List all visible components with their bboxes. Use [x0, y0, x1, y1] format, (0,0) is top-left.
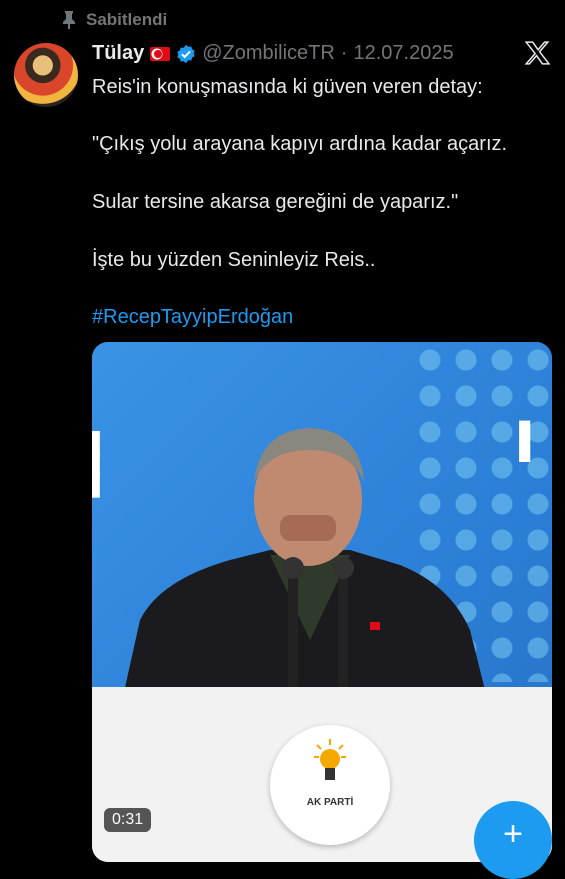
- tweet-line: Reis'in konuşmasında ki güven veren deta…: [92, 76, 483, 98]
- speaker-figure: [120, 428, 490, 710]
- emblem-text: AK PARTİ: [306, 797, 354, 808]
- backdrop-letters-left: ▌ ▌ ▌: [92, 431, 108, 496]
- separator: ·: [340, 42, 348, 64]
- author-name[interactable]: Tülay: [92, 42, 144, 65]
- bulb-icon: [314, 739, 346, 780]
- pinned-indicator: Sabitlendi: [62, 10, 167, 30]
- tweet-line: "Çıkış yolu arayana kapıyı ardına kadar …: [92, 133, 508, 155]
- video-player[interactable]: ▌ ▌ ▌ ▍ AK PARTİ 0:31: [92, 342, 552, 862]
- backdrop-letters-right: ▍: [520, 423, 547, 461]
- tweet-line: Sular tersine akarsa gereğini de yaparız…: [92, 191, 459, 213]
- hashtag-link[interactable]: #RecepTayyipErdoğan: [92, 304, 293, 330]
- compose-button[interactable]: +: [474, 801, 552, 879]
- video-duration: 0:31: [104, 808, 152, 832]
- author-handle[interactable]: @ZombiliceTR: [202, 42, 335, 65]
- tweet-date[interactable]: 12.07.2025: [353, 42, 453, 65]
- plus-icon: +: [503, 815, 523, 853]
- x-logo-icon[interactable]: [524, 40, 550, 66]
- tweet-line: İşte bu yüzden Seninleyiz Reis..: [92, 249, 376, 271]
- party-emblem: AK PARTİ: [270, 725, 390, 845]
- verified-icon: [177, 44, 195, 63]
- avatar[interactable]: [14, 43, 78, 107]
- pin-icon: [63, 11, 75, 29]
- tweet-header: Tülay @ZombiliceTR · 12.07.2025: [92, 42, 454, 65]
- flag-icon: [150, 46, 171, 61]
- pinned-label: Sabitlendi: [86, 10, 168, 29]
